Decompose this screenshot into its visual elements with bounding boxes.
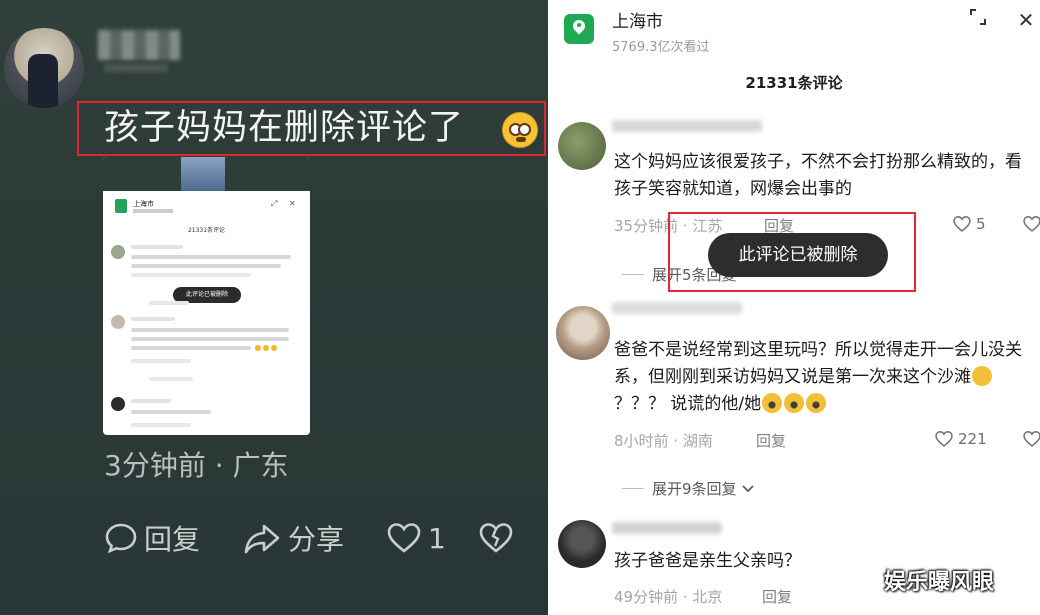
commenter-avatar[interactable] [556, 306, 610, 360]
username-blurred [98, 30, 180, 60]
reply-bubble-icon [105, 523, 137, 554]
dislike-button[interactable] [478, 516, 520, 560]
like-button[interactable]: 1 [386, 516, 446, 560]
like-count: 221 [958, 430, 987, 448]
comment-text: 爸爸不是说经常到这里玩吗？所以觉得走开一会儿没关系，但刚刚到采访妈妈又说是第一次… [614, 337, 1034, 418]
comment-meta: 49分钟前 · 北京 [614, 588, 723, 606]
thumbnail-line [131, 273, 251, 277]
thumbnail-emoji [271, 345, 277, 351]
thumbnail-line [131, 264, 281, 268]
like-button[interactable]: 5 [952, 215, 986, 233]
expand-replies-button[interactable]: 展开9条回复 [622, 478, 755, 499]
watermark: 娱乐曝风眼 [884, 570, 995, 595]
scream-emoji-icon [784, 393, 805, 413]
thumbnail-avatar [111, 245, 125, 259]
comment-count: 21331条评论 [745, 74, 843, 92]
thumbnail-emoji [255, 345, 261, 351]
thumbnail-comment-count: 21331条评论 [187, 227, 226, 234]
comment-text-tail: ？？？ 说谎的他/她 [614, 394, 762, 414]
commenter-avatar[interactable] [558, 520, 606, 568]
thumbnail-line [149, 377, 193, 381]
location-pin-icon [564, 14, 594, 44]
comment-text-main: 爸爸不是说经常到这里玩吗？所以觉得走开一会儿没关系，但刚刚到采访妈妈又说是第一次… [614, 340, 1022, 387]
close-icon: ✕ [289, 199, 296, 208]
location-icon [115, 199, 127, 213]
expand-icon[interactable] [964, 6, 992, 34]
dislike-button[interactable] [1022, 430, 1040, 448]
commenter-name-blurred [612, 120, 762, 132]
view-count: 5769.3亿次看过 [612, 40, 710, 55]
like-count: 1 [428, 521, 446, 555]
left-comment-panel: 孩子妈妈在删除评论了 上海市 ⤢ ✕ 21331条评论 此评论已被删除 3分钟前… [0, 0, 548, 615]
thumbnail-video-strip [103, 157, 310, 191]
reply-button[interactable]: 回复 [756, 430, 786, 451]
heart-icon [935, 431, 953, 447]
like-button[interactable]: 221 [934, 430, 987, 448]
comment-text: 这个妈妈应该很爱孩子，不然不会打扮那么精致的，看孩子笑容就知道，网爆会出事的 [614, 152, 1022, 199]
share-label: 分享 [288, 523, 345, 556]
share-button[interactable]: 分享 [242, 516, 344, 560]
chevron-down-icon [741, 484, 754, 492]
reply-label: 回复 [144, 523, 201, 556]
thumbnail-line [131, 245, 183, 249]
deleted-toast: 此评论已被删除 [708, 233, 888, 277]
screenshot-thumbnail[interactable]: 上海市 ⤢ ✕ 21331条评论 此评论已被删除 [103, 157, 310, 435]
commenter-name-blurred [612, 302, 742, 314]
commenter-name-blurred [612, 522, 722, 534]
broken-heart-icon [1023, 216, 1040, 232]
reply-button[interactable]: 回复 [104, 516, 200, 560]
broken-heart-icon [479, 523, 513, 553]
scream-emoji-icon [762, 393, 783, 413]
heart-icon [387, 523, 421, 553]
broken-heart-icon [1023, 431, 1040, 447]
heart-icon [953, 216, 971, 232]
scream-emoji-icon [806, 393, 827, 413]
comment-text: 孩子妈妈在删除评论了 [104, 108, 465, 148]
right-comments-panel: 上海市 5769.3亿次看过 ✕ 21331条评论 这个妈妈应该很爱孩子，不然不… [548, 0, 1040, 615]
comment-meta: 3分钟前 · 广东 [104, 449, 289, 482]
thumbnail-line [131, 337, 289, 341]
expand-icon: ⤢ [271, 199, 278, 208]
flushed-emoji-icon [502, 112, 538, 148]
thumbnail-avatar [111, 397, 125, 411]
dislike-button[interactable] [1022, 215, 1040, 233]
thumbnail-line [149, 301, 189, 305]
comment-meta: 8小时前 · 湖南 [614, 432, 713, 450]
thumbnail-line [131, 399, 171, 403]
thumbnail-emoji [263, 345, 269, 351]
thumbnail-line [131, 359, 191, 363]
thumbnail-views [133, 209, 173, 213]
user-meta-blurred [104, 64, 168, 72]
expand-replies-label: 展开9条回复 [652, 480, 737, 498]
thumbnail-line [131, 328, 289, 332]
share-arrow-icon [244, 524, 280, 554]
thumbnail-line [131, 423, 191, 427]
reply-button[interactable]: 回复 [762, 586, 792, 607]
commenter-avatar[interactable] [558, 122, 606, 170]
thumbnail-title: 上海市 [133, 200, 154, 208]
like-count: 5 [976, 215, 986, 233]
thinking-emoji-icon [972, 366, 992, 386]
user-avatar[interactable] [4, 28, 84, 108]
thumbnail-line [131, 410, 211, 414]
thumbnail-line [131, 346, 251, 350]
thumbnail-line [131, 255, 291, 259]
thumbnail-avatar [111, 315, 125, 329]
panel-title: 上海市 [612, 12, 663, 32]
close-icon[interactable]: ✕ [1012, 6, 1040, 34]
thumbnail-line [131, 317, 175, 321]
